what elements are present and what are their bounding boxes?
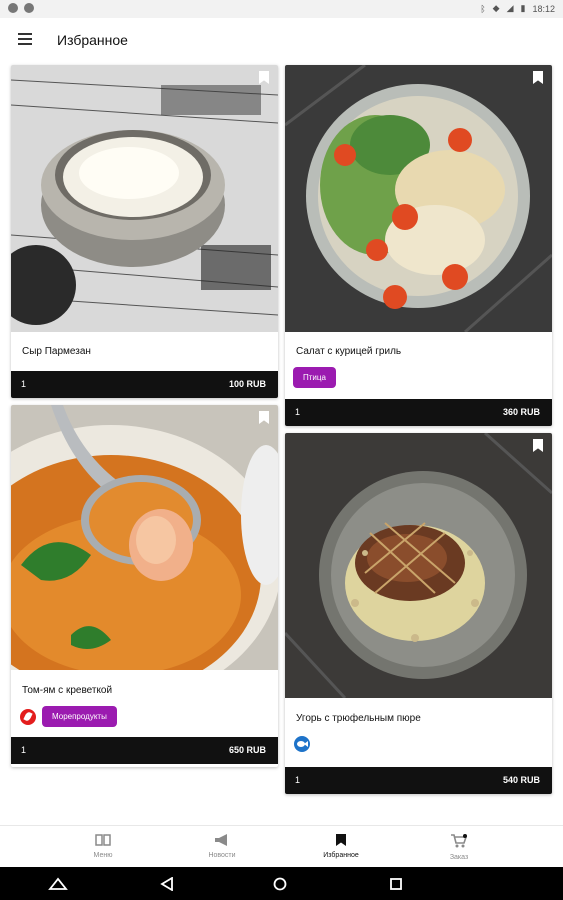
nav-label: Новости: [208, 852, 236, 859]
status-bar: ᛒ ◆ ◢ ▮ 18:12: [0, 0, 563, 18]
nav-label: Избранное: [323, 852, 359, 859]
book-icon: [95, 834, 111, 846]
system-navigation-bar: [0, 867, 563, 900]
product-card[interactable]: Том-ям с креветкой Морепродукты 1 650 RU…: [11, 405, 278, 767]
price: 540 RUB: [502, 775, 540, 785]
quantity: 1: [295, 775, 301, 785]
price: 360 RUB: [502, 407, 540, 417]
quantity: 1: [21, 745, 27, 755]
app-notification-icon: [24, 3, 34, 13]
nav-item-favorites[interactable]: Избранное: [301, 830, 381, 859]
product-name: Угорь с трюфельным пюре: [296, 713, 421, 724]
product-card[interactable]: Салат с курицей гриль Птица 1 360 RUB: [285, 65, 552, 426]
back-icon[interactable]: [160, 877, 174, 891]
category-tag[interactable]: Птица: [293, 367, 336, 388]
fish-icon: [294, 736, 310, 752]
notification-icon: [8, 3, 18, 13]
quantity: 1: [21, 379, 27, 389]
status-time: 18:12: [532, 3, 555, 14]
product-card[interactable]: Угорь с трюфельным пюре 1 540 RUB: [285, 433, 552, 794]
signal-icon: ◢: [506, 3, 514, 13]
price-bar: 1 540 RUB: [285, 767, 552, 794]
nav-item-menu[interactable]: Меню: [63, 830, 143, 859]
product-name: Салат с курицей гриль: [296, 346, 402, 357]
product-name: Том-ям с креветкой: [22, 685, 113, 696]
price-bar: 1 650 RUB: [11, 737, 278, 764]
bottom-navigation: Меню Новости Избранное Заказ: [0, 825, 563, 867]
product-photo: [285, 433, 552, 698]
bookmark-icon: [336, 834, 346, 846]
product-card[interactable]: Сыр Пармезан 1 100 RUB: [11, 65, 278, 398]
app-bar: Избранное: [0, 18, 563, 62]
home-icon[interactable]: [273, 877, 287, 891]
hamburger-menu-icon[interactable]: [18, 33, 32, 45]
price: 100 RUB: [228, 379, 266, 389]
category-tag[interactable]: Морепродукты: [42, 706, 117, 727]
megaphone-icon: [215, 834, 227, 846]
price: 650 RUB: [228, 745, 266, 755]
home-triangle-icon[interactable]: [48, 877, 68, 891]
product-photo: [11, 65, 278, 332]
price-bar: 1 100 RUB: [11, 371, 278, 398]
nav-label: Заказ: [449, 854, 469, 861]
bluetooth-icon: ᛒ: [480, 3, 486, 14]
product-photo: [285, 65, 552, 332]
page-title: Избранное: [57, 32, 128, 48]
price-bar: 1 360 RUB: [285, 399, 552, 426]
battery-icon: ▮: [520, 3, 526, 13]
cart-icon: [451, 834, 468, 848]
product-photo: [11, 405, 278, 670]
wifi-icon: ◆: [492, 3, 500, 13]
nav-item-order[interactable]: Заказ: [419, 830, 499, 861]
product-name: Сыр Пармезан: [22, 346, 91, 357]
nav-item-news[interactable]: Новости: [182, 830, 262, 859]
quantity: 1: [295, 407, 301, 417]
spicy-icon: [20, 709, 36, 725]
nav-label: Меню: [93, 852, 113, 859]
recent-apps-icon[interactable]: [389, 877, 403, 891]
